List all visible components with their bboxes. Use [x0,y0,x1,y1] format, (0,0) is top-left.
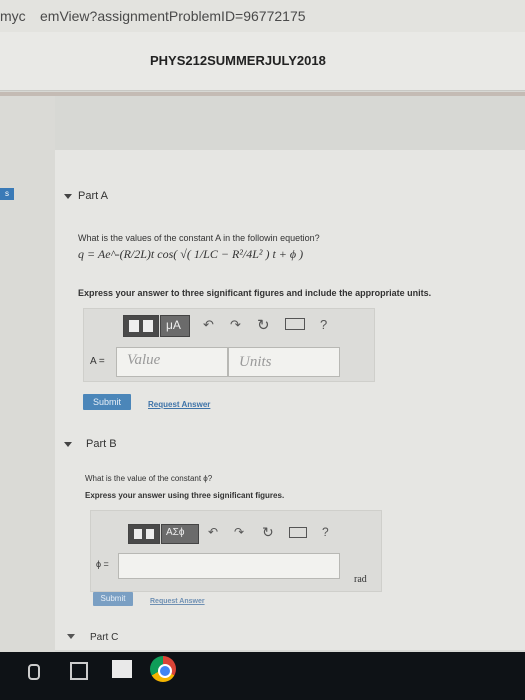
part-a-title[interactable]: Part A [78,190,108,202]
phi-input[interactable] [118,553,340,579]
undo-icon[interactable]: ↶ [203,317,214,333]
taskbar [0,652,525,700]
url-bar[interactable]: myc emView?assignmentProblemID=96772175 [0,0,525,32]
part-a-submit-button[interactable]: Submit [83,394,131,410]
units-label: μA [166,318,181,332]
templates-icon [129,320,139,332]
store-icon[interactable] [112,660,132,678]
keyboard-icon[interactable] [285,318,305,330]
units-placeholder: Units [239,354,272,370]
header-divider [0,92,525,96]
part-b-collapse-icon[interactable] [64,442,72,447]
sqrt-icon [134,529,142,539]
part-a-question: What is the values of the constant A in … [78,233,320,243]
greek-label: ΑΣϕ [166,527,185,538]
templates-icon-2 [143,320,153,332]
help-icon-b[interactable]: ? [322,525,329,539]
part-a-instruction: Express your answer to three significant… [78,288,432,298]
rad-unit-label: rad [354,574,367,585]
left-panel [0,96,55,656]
url-left: myc [0,8,26,24]
part-b-submit-button[interactable]: Submit [93,592,133,606]
part-b-title[interactable]: Part B [86,438,117,450]
part-b-question: What is the value of the constant ϕ? [85,474,213,483]
redo-icon[interactable]: ↷ [230,317,241,333]
undo-icon-b[interactable]: ↶ [208,525,218,539]
part-a-collapse-icon[interactable] [64,194,72,199]
sqrt-icon-2 [146,529,154,539]
chrome-icon[interactable] [150,656,176,682]
course-title: PHYS212SUMMERJULY2018 [150,53,326,68]
part-b-answer-box [90,510,382,592]
part-b-request-answer-link[interactable]: Request Answer [150,598,205,605]
task-view-icon[interactable] [70,662,88,680]
keyboard-icon-b[interactable] [289,527,307,538]
units-input[interactable]: Units [228,347,340,377]
mic-icon[interactable] [28,664,40,680]
redo-icon-b[interactable]: ↷ [234,525,244,539]
part-b-instruction: Express your answer using three signific… [85,491,285,500]
left-tab[interactable]: s [0,188,14,200]
value-placeholder: Value [127,352,161,368]
url-right: emView?assignmentProblemID=96772175 [40,8,306,24]
part-b-input-label: ϕ = [96,559,109,569]
part-a-request-answer-link[interactable]: Request Answer [148,400,210,409]
reset-icon[interactable]: ↻ [257,316,270,334]
greek-button[interactable]: ΑΣϕ [161,524,199,544]
part-a-input-label: A = [90,356,105,367]
part-a-equation: q = Ae^-(R/2L)t cos( √( 1/LC − R²/4L² ) … [78,247,304,261]
value-input[interactable]: Value [116,347,228,377]
part-c-title[interactable]: Part C [90,632,118,643]
part-c-collapse-icon[interactable] [67,634,75,639]
sqrt-template-button[interactable] [128,524,160,544]
units-button[interactable]: μA [160,315,190,337]
help-icon[interactable]: ? [320,317,327,332]
chrome-center [158,664,172,678]
reset-icon-b[interactable]: ↻ [262,524,274,541]
templates-button[interactable] [123,315,159,337]
